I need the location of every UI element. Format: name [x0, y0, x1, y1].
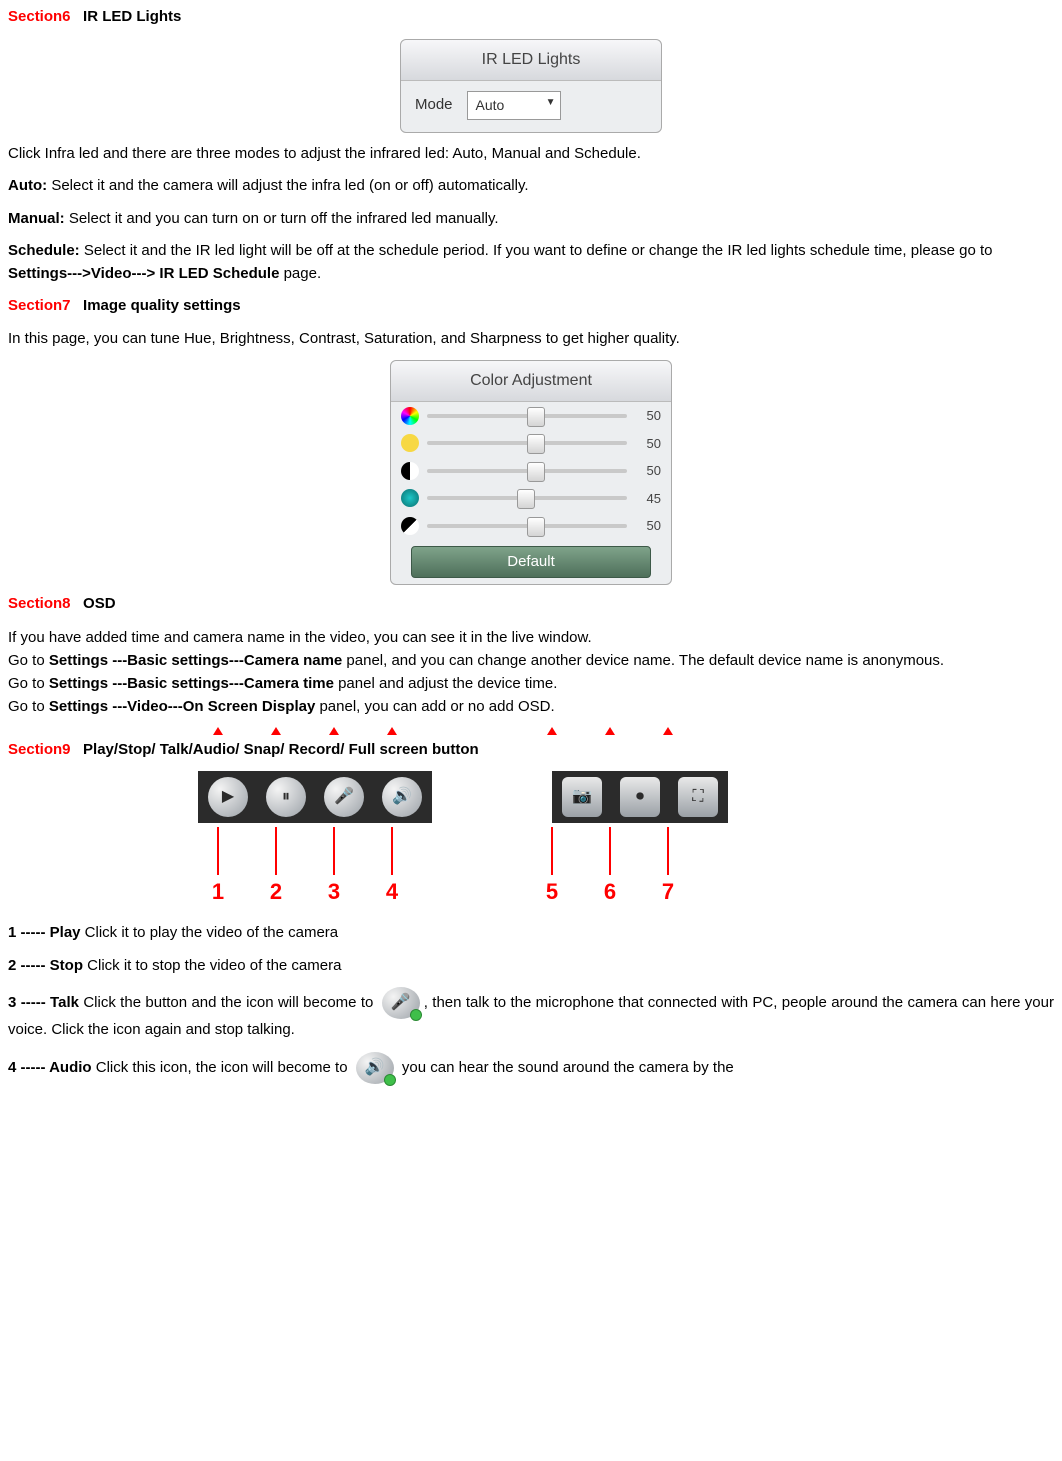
sharpness-slider[interactable]	[427, 524, 627, 528]
sharpness-icon	[401, 517, 419, 535]
section9-heading: Section9 Play/Stop/ Talk/Audio/ Snap/ Re…	[8, 739, 1054, 762]
s9-item4: 4 ----- Audio Click this icon, the icon …	[8, 1052, 1054, 1084]
callout-number: 4	[372, 875, 412, 908]
callout-number: 6	[590, 875, 630, 908]
strip-left	[198, 771, 432, 823]
default-button[interactable]: Default	[411, 546, 651, 579]
callout-number: 3	[314, 875, 354, 908]
s6-schedule: Schedule: Select it and the IR led light…	[8, 240, 1054, 285]
section6-heading: Section6 IR LED Lights	[8, 6, 1054, 29]
record-icon[interactable]	[620, 777, 660, 817]
slider-saturation: 45	[391, 485, 671, 513]
saturation-slider[interactable]	[427, 496, 627, 500]
ir-led-panel-wrap: IR LED Lights Mode Auto	[8, 39, 1054, 133]
talk-icon[interactable]	[324, 777, 364, 817]
s9-item1: 1 ----- Play Click it to play the video …	[8, 922, 1054, 945]
slider-contrast: 50	[391, 457, 671, 485]
hue-icon	[401, 407, 419, 425]
section8-heading: Section8 OSD	[8, 593, 1054, 616]
slider-hue: 50	[391, 402, 671, 430]
callout-arrow	[314, 827, 354, 875]
audio-active-icon	[356, 1052, 394, 1084]
callout-arrow	[372, 827, 412, 875]
s6-auto: Auto: Select it and the camera will adju…	[8, 175, 1054, 198]
talk-active-icon	[382, 987, 420, 1019]
mode-row: Mode Auto	[401, 81, 661, 120]
mode-label: Mode	[415, 94, 453, 117]
callout-number: 1	[198, 875, 238, 908]
section7-heading: Section7 Image quality settings	[8, 295, 1054, 318]
contrast-value: 50	[635, 461, 661, 481]
callout-arrow	[590, 827, 630, 875]
s9-item2: 2 ----- Stop Click it to stop the video …	[8, 955, 1054, 978]
saturation-value: 45	[635, 489, 661, 509]
saturation-icon	[401, 489, 419, 507]
mode-dropdown[interactable]: Auto	[467, 91, 561, 120]
callout-number: 2	[256, 875, 296, 908]
color-adj-panel: Color Adjustment 50 50 50 45 50 Default	[390, 360, 672, 585]
s6-line-modes: Click Infra led and there are three mode…	[8, 143, 1054, 166]
stop-icon[interactable]	[266, 777, 306, 817]
s8-body: If you have added time and camera name i…	[8, 626, 1054, 719]
hue-slider[interactable]	[427, 414, 627, 418]
s6-manual: Manual: Select it and you can turn on or…	[8, 208, 1054, 231]
brightness-value: 50	[635, 434, 661, 454]
callout-arrow	[198, 827, 238, 875]
callout-arrow	[648, 827, 688, 875]
strip-right	[552, 771, 728, 823]
button-strips	[198, 771, 1054, 823]
slider-sharpness: 50	[391, 512, 671, 540]
s9-item3: 3 ----- Talk Click the button and the ic…	[8, 987, 1054, 1042]
ir-led-panel: IR LED Lights Mode Auto	[400, 39, 662, 133]
s7-intro: In this page, you can tune Hue, Brightne…	[8, 328, 1054, 351]
callout-number: 5	[532, 875, 572, 908]
callout-arrow	[256, 827, 296, 875]
brightness-icon	[401, 434, 419, 452]
color-adj-title: Color Adjustment	[391, 361, 671, 402]
brightness-slider[interactable]	[427, 441, 627, 445]
contrast-icon	[401, 462, 419, 480]
hue-value: 50	[635, 406, 661, 426]
audio-icon[interactable]	[382, 777, 422, 817]
sharpness-value: 50	[635, 516, 661, 536]
play-icon[interactable]	[208, 777, 248, 817]
fullscreen-icon[interactable]	[678, 777, 718, 817]
number-rows: 1234 567	[198, 875, 1054, 908]
callout-number: 7	[648, 875, 688, 908]
snap-icon[interactable]	[562, 777, 602, 817]
contrast-slider[interactable]	[427, 469, 627, 473]
ir-led-panel-title: IR LED Lights	[401, 40, 661, 81]
callout-arrow	[532, 827, 572, 875]
arrow-rows	[198, 823, 1054, 875]
slider-brightness: 50	[391, 430, 671, 458]
color-adj-panel-wrap: Color Adjustment 50 50 50 45 50 Default	[8, 360, 1054, 585]
